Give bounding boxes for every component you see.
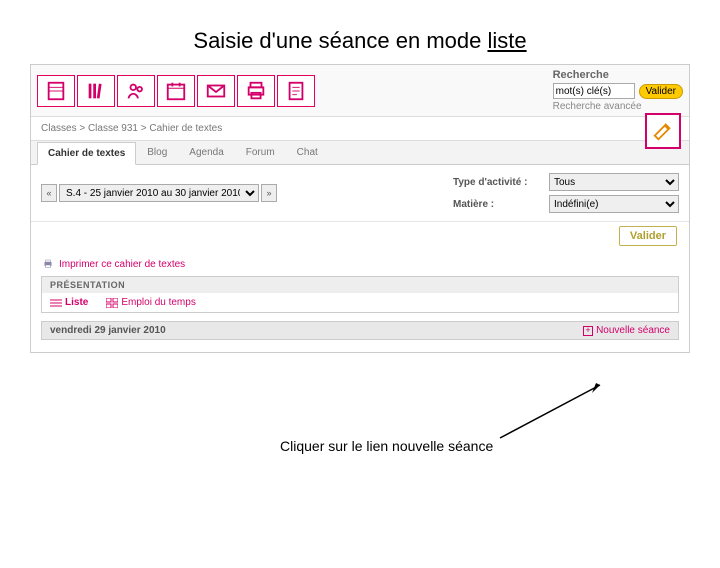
date-header-text: vendredi 29 janvier 2010 [50, 325, 166, 336]
title-underline: liste [487, 28, 526, 53]
toolbar-icons [37, 75, 315, 107]
search-submit-button[interactable]: Valider [639, 84, 683, 99]
search-label: Recherche [553, 69, 609, 81]
annotation-text: Cliquer sur le lien nouvelle séance [280, 438, 500, 454]
matiere-select[interactable]: Indéfini(e) [549, 195, 679, 213]
calendar-icon[interactable] [157, 75, 195, 107]
list-icon [50, 298, 62, 308]
tab-chat[interactable]: Chat [286, 141, 329, 164]
search-input[interactable] [553, 83, 635, 99]
document-icon[interactable] [277, 75, 315, 107]
date-header-bar: vendredi 29 janvier 2010 + Nouvelle séan… [41, 321, 679, 340]
nouvelle-seance-link[interactable]: + Nouvelle séance [583, 325, 670, 336]
filter-row: « S.4 - 25 janvier 2010 au 30 janvier 20… [31, 165, 689, 222]
date-range-select[interactable]: S.4 - 25 janvier 2010 au 30 janvier 2010 [59, 184, 259, 202]
users-icon[interactable] [117, 75, 155, 107]
title-prefix: Saisie d'une séance en mode [193, 28, 487, 53]
date-selector: « S.4 - 25 janvier 2010 au 30 janvier 20… [41, 184, 277, 202]
printer-icon [41, 258, 55, 270]
filter-submit-row: Valider [31, 222, 689, 252]
prev-week-button[interactable]: « [41, 184, 57, 202]
view-tabs: Liste Emploi du temps [42, 293, 678, 312]
tab-agenda[interactable]: Agenda [178, 141, 234, 164]
library-icon[interactable] [77, 75, 115, 107]
tab-cahier[interactable]: Cahier de textes [37, 142, 136, 165]
print-row[interactable]: Imprimer ce cahier de textes [31, 252, 689, 276]
app-frame: Recherche Valider Recherche avancée Clas… [30, 64, 690, 353]
tab-blog[interactable]: Blog [136, 141, 178, 164]
view-emploi[interactable]: Emploi du temps [106, 297, 195, 308]
type-label: Type d'activité : [453, 177, 543, 188]
annotation-arrow [410, 383, 610, 443]
view-liste[interactable]: Liste [50, 297, 88, 308]
view-emploi-label: Emploi du temps [121, 297, 195, 308]
print-link-text: Imprimer ce cahier de textes [59, 259, 185, 270]
view-liste-label: Liste [65, 297, 88, 308]
notebook-icon[interactable] [37, 75, 75, 107]
tabs: Cahier de textes Blog Agenda Forum Chat [31, 141, 689, 165]
mail-icon[interactable] [197, 75, 235, 107]
breadcrumb-text: Classes > Classe 931 > Cahier de textes [41, 123, 222, 134]
type-select[interactable]: Tous [549, 173, 679, 191]
spacer [31, 340, 689, 352]
presentation-bar: PRÉSENTATION Liste Emploi du temps [41, 276, 679, 313]
nouvelle-seance-text: Nouvelle séance [596, 325, 670, 336]
grid-icon [106, 298, 118, 308]
next-week-button[interactable]: » [261, 184, 277, 202]
tab-forum[interactable]: Forum [235, 141, 286, 164]
breadcrumb: Classes > Classe 931 > Cahier de textes [31, 117, 689, 141]
filter-valider-button[interactable]: Valider [619, 226, 677, 246]
search-area: Recherche Valider Recherche avancée [553, 69, 683, 112]
advanced-search-link[interactable]: Recherche avancée [553, 101, 642, 112]
filter-right: Type d'activité : Tous Matière : Indéfin… [453, 173, 679, 213]
print-icon[interactable] [237, 75, 275, 107]
filter-matiere: Matière : Indéfini(e) [453, 195, 679, 213]
plus-icon: + [583, 326, 593, 336]
filter-type: Type d'activité : Tous [453, 173, 679, 191]
edit-badge-icon[interactable] [645, 113, 681, 149]
slide-title: Saisie d'une séance en mode liste [0, 28, 720, 54]
presentation-head: PRÉSENTATION [42, 277, 678, 293]
toolbar: Recherche Valider Recherche avancée [31, 65, 689, 117]
matiere-label: Matière : [453, 199, 543, 210]
